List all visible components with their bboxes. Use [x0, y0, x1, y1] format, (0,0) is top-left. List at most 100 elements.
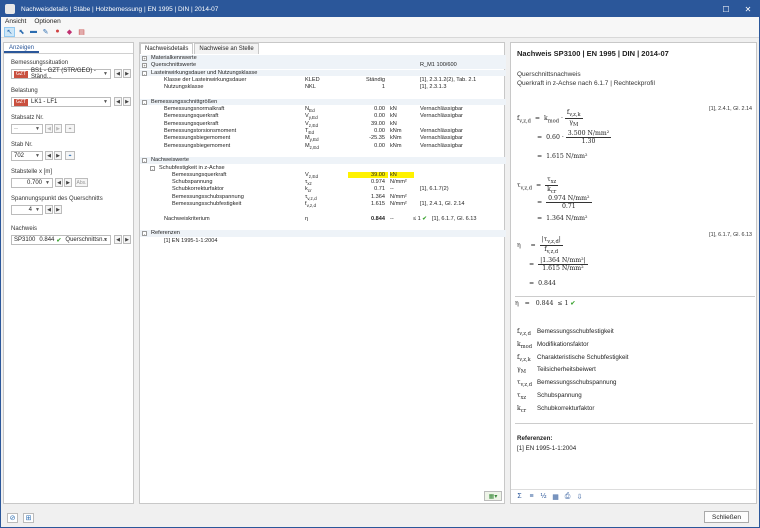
detail-row[interactable]: Bemessungsschubspannung τv,z,d 1.364 N/mm²	[140, 194, 506, 201]
member-icon[interactable]: ▬	[28, 27, 39, 37]
next-button[interactable]: ▶	[123, 235, 131, 244]
section-header[interactable]: - Lasteinwirkungsdauer und Nutzungsklasse	[140, 69, 506, 77]
detail-row[interactable]: Bemessungsbiegemoment My,Ed -25.35 kNm Verna…	[140, 135, 506, 142]
detail-row[interactable]: Bemessungstorsionsmoment TEd 0.00 kNm Vernac…	[140, 128, 506, 135]
formula-eta-check: η = 0.844 ≤ 1 ✔	[515, 296, 755, 307]
next-button[interactable]: ▶	[64, 178, 72, 187]
expand-icon[interactable]: +	[142, 56, 147, 61]
abs-button[interactable]: Abs.	[75, 178, 88, 187]
status-bar: ⊘ ⊞	[1, 509, 759, 527]
prev-button[interactable]: ◀	[114, 69, 122, 78]
detail-row[interactable]: Nachweiskriterium η 0.844 -- [1], 6.1.7, Gl.…	[140, 216, 506, 223]
table-icon[interactable]: ▦	[550, 492, 561, 502]
spannungspunkt-value: 4	[28, 207, 32, 213]
detail-row[interactable]: Bemessungsquerkraft Vz,Ed 39.00 kN	[140, 121, 506, 128]
color-icon[interactable]: ●	[52, 27, 63, 37]
row-reference: [1], 6.1.7(2)	[420, 186, 449, 193]
section-header[interactable]: - Referenzen	[140, 230, 506, 237]
tab-nachweisdetails[interactable]: Nachweisdetails	[140, 43, 194, 54]
collapse-icon[interactable]: -	[142, 231, 147, 237]
legend-symbol: τv,z,d	[517, 379, 533, 389]
edit-member-icon[interactable]: ✎	[40, 27, 51, 37]
section-header[interactable]: - Nachweiswerte	[140, 157, 506, 164]
print-icon[interactable]: ⎙	[562, 492, 573, 502]
row-value: 0.00	[374, 142, 385, 149]
formula-tau-values: = 0.974 N/mm² 0.71	[537, 195, 592, 210]
formula-icon[interactable]: Σ	[514, 492, 525, 502]
close-icon[interactable]: ✕	[737, 1, 759, 17]
legend-symbol: kmod	[517, 340, 533, 351]
export-icon[interactable]: ⇩	[574, 492, 585, 502]
reference-2: [1], 6.1.7, Gl. 6.13	[709, 232, 752, 238]
model-icon[interactable]: ◆	[64, 27, 75, 37]
next-button[interactable]: ▶	[123, 69, 131, 78]
spannungspunkt-select[interactable]: 4 ▼	[11, 205, 43, 215]
prev-button[interactable]: ◀	[45, 124, 53, 133]
decimal-icon[interactable]: ½	[538, 492, 549, 502]
value-icon[interactable]: ⊞	[23, 513, 34, 523]
units-icon[interactable]: ≡	[526, 492, 537, 502]
stabstelle-select[interactable]: 0.700 ▼	[11, 178, 53, 188]
row-name: Lasteinwirkungsdauer und Nutzungsklasse	[151, 69, 258, 76]
export-icon[interactable]: ▦▾	[484, 491, 502, 501]
prev-button[interactable]: ◀	[114, 235, 122, 244]
next-button[interactable]: ▶	[54, 205, 62, 214]
close-button[interactable]: Schließen	[704, 511, 749, 523]
collapse-icon[interactable]: -	[142, 158, 147, 164]
detail-row[interactable]	[140, 92, 506, 99]
collapse-icon[interactable]: -	[142, 99, 147, 105]
detail-row[interactable]: [1] EN 1995-1-1:2004	[140, 238, 506, 245]
legend-item: kcr Schubkorrekturfaktor	[517, 405, 594, 414]
detail-row[interactable]: Bemessungsschubfestigkeit fv,z,d 1.615 N/mm…	[140, 201, 506, 208]
results-icon[interactable]: ▤	[76, 27, 87, 37]
detail-row[interactable]: Bemessungsbiegemoment Mz,Ed 0.00 kNm Vernach…	[140, 143, 506, 150]
prev-button[interactable]: ◀	[45, 205, 53, 214]
subtitle-1: Querschnittsnachweis	[517, 71, 581, 78]
prev-button[interactable]: ◀	[55, 178, 63, 187]
detail-row[interactable]	[140, 223, 506, 230]
nachweis-select[interactable]: SP3100 0.844 ✔ Querschnittsn... ▼	[11, 235, 111, 245]
detail-row[interactable]: - Schubfestigkeit in z-Achse	[140, 165, 506, 172]
collapse-icon[interactable]: -	[150, 165, 155, 171]
stabsatz-select[interactable]: -- ▼	[11, 124, 43, 134]
bemessungssituation-select[interactable]: GZT BS1 - GZT (STR/GEO) - Ständ... ▼	[11, 68, 111, 80]
next-button[interactable]: ▶	[123, 97, 131, 106]
detail-row[interactable]: Bemessungsquerkraft Vz,Ed 39.00 kN	[140, 171, 506, 179]
row-reference: Vernachlässigbar	[420, 113, 463, 120]
detail-row[interactable]: Bemessungsnormalkraft NEd 0.00 kN Vernachläs…	[140, 106, 506, 113]
detail-row[interactable]: Schubspannung τxz 0.974 N/mm²	[140, 179, 506, 186]
row-name: Nachweiskriterium	[164, 215, 210, 222]
pick-icon[interactable]: ⌖	[65, 124, 75, 133]
row-reference: R_M1 100/600	[420, 62, 457, 69]
detail-row[interactable]: Nutzungsklasse NKL 1 [1], 2.3.1.3	[140, 84, 506, 91]
chevron-down-icon: ▼	[103, 71, 108, 77]
stab-select[interactable]: 702 ▼	[11, 151, 43, 161]
detail-row[interactable]: Klasse der Lasteinwirkungsdauer KLED Ständ…	[140, 77, 506, 84]
prev-button[interactable]: ◀	[45, 151, 53, 160]
next-button[interactable]: ▶	[54, 124, 62, 133]
tab-nachweise-an-stelle[interactable]: Nachweise an Stelle	[194, 43, 259, 54]
pick-icon[interactable]: ⌖	[65, 151, 75, 160]
belastung-select[interactable]: GZT LK1 - LF1 ▼	[11, 97, 111, 107]
detail-row[interactable]	[140, 150, 506, 157]
next-button[interactable]: ▶	[54, 151, 62, 160]
prev-button[interactable]: ◀	[114, 97, 122, 106]
menu-optionen[interactable]: Optionen	[30, 17, 64, 26]
detail-row[interactable]: Bemessungsquerkraft Vy,Ed 0.00 kN Vernachläs…	[140, 113, 506, 120]
section-header[interactable]: + Querschnittswerte R_M1 100/600	[140, 62, 506, 69]
menu-ansicht[interactable]: Ansicht	[1, 17, 30, 26]
section-header[interactable]: - Bemessungsschnittgrößen	[140, 98, 506, 106]
pointer-tool-icon[interactable]: ↖	[4, 26, 15, 37]
row-name: Bemessungsbiegemoment	[164, 142, 231, 149]
tab-anzeigen[interactable]: Anzeigen	[4, 43, 40, 53]
detail-row[interactable]	[140, 208, 506, 215]
select-tool-icon[interactable]: ⬉	[16, 27, 27, 37]
expand-icon[interactable]: +	[142, 63, 147, 69]
zero-icon[interactable]: ⊘	[7, 513, 18, 523]
detail-row[interactable]: Schubkorrekturfaktor kcr 0.71 -- [1], 6.1.7(…	[140, 186, 506, 193]
row-name: Querschnittswerte	[151, 62, 197, 69]
section-header[interactable]: + Materialkennwerte	[140, 55, 506, 62]
collapse-icon[interactable]: -	[142, 70, 147, 76]
legend-symbol: γM	[517, 366, 526, 376]
maximize-icon[interactable]: ☐	[715, 1, 737, 17]
